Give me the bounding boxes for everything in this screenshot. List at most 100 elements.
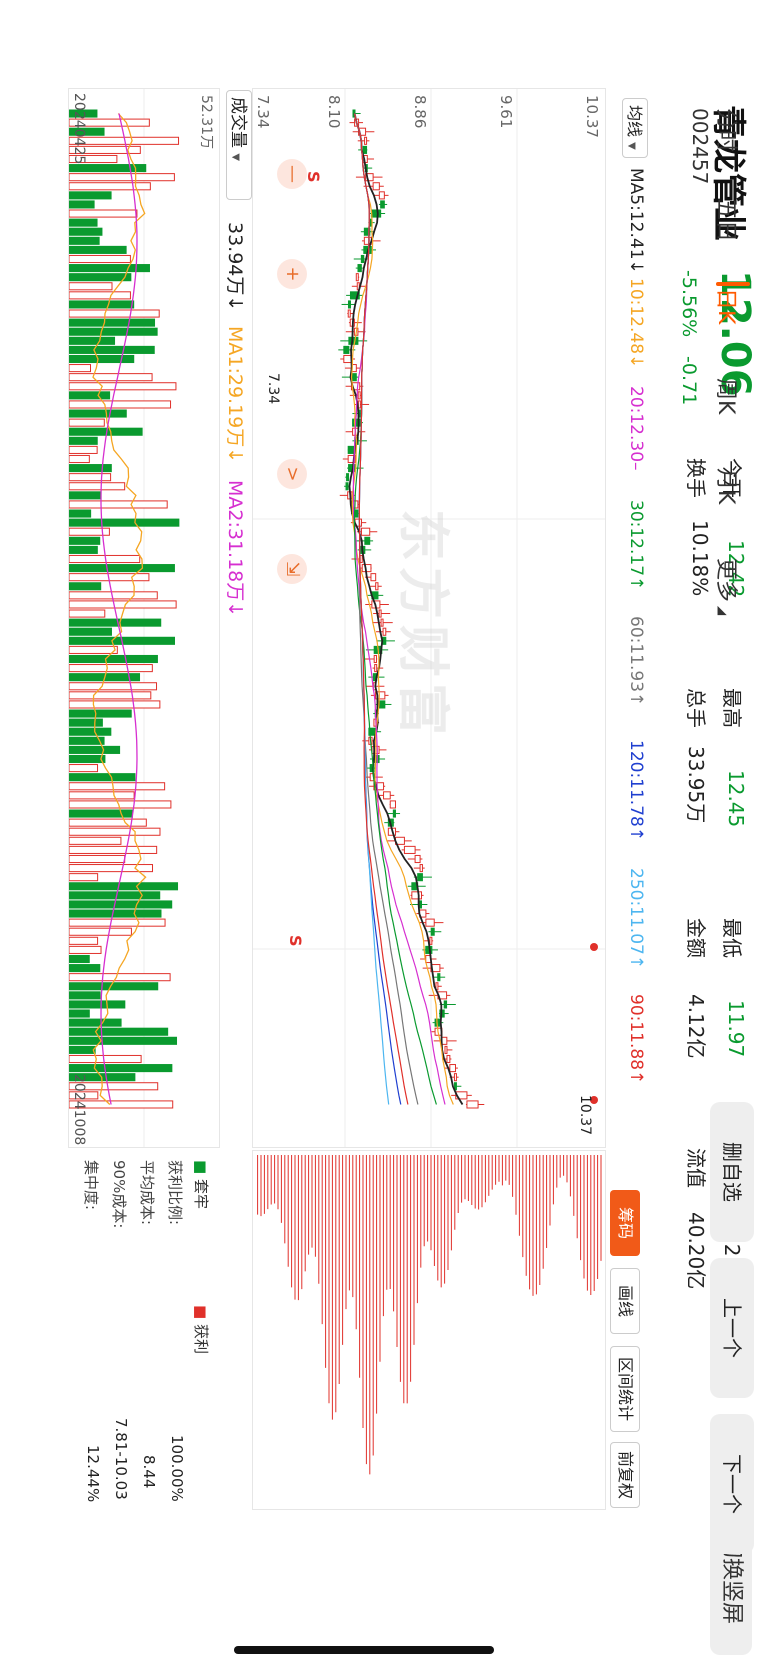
kline-chart[interactable]: 东方财富 10.37 9.61 8.86 8.10 7.34 10.37 7.3… [252, 88, 606, 1148]
volume-bar [69, 1036, 178, 1045]
stock-code: 002457 [688, 108, 712, 185]
volume-bar [69, 900, 173, 909]
watermark: 东方财富 [392, 509, 452, 742]
volume-ma2: MA2:31.18万↓ [224, 480, 246, 618]
volume-bar [69, 782, 166, 791]
tab-chips[interactable]: 筹码 [610, 1190, 640, 1256]
volume-chart[interactable]: 52.31万 20240425 20241008 [68, 88, 220, 1148]
tab-daily-k[interactable]: 日K [712, 282, 750, 324]
volume-bar [69, 1027, 169, 1036]
candle [364, 654, 378, 664]
chip-row-label: 平均成本: [138, 1160, 156, 1226]
volume-bar [69, 691, 152, 700]
ma-value: 60:11.93↑ [626, 616, 646, 707]
volume-bar [69, 991, 101, 1000]
tab-range-stats[interactable]: 区间统计 [610, 1346, 640, 1432]
candle [373, 609, 391, 618]
volume-bar [69, 273, 132, 282]
tab-monthly-k[interactable]: 月K [712, 468, 744, 504]
volume-bar [69, 364, 92, 373]
volume-bar [69, 354, 135, 364]
volume-bar [69, 418, 105, 427]
chip-row-value: 8.44 [140, 1455, 158, 1489]
ma-value: 30:12.17↑ [626, 500, 646, 591]
volume-selector[interactable]: 成交量 ▼ [226, 90, 252, 200]
volume-bar [69, 491, 102, 500]
volume-bar [69, 245, 127, 254]
volume-bar [69, 1054, 142, 1064]
tab-draw-line[interactable]: 画线 [610, 1268, 640, 1334]
volume-bar [69, 645, 118, 654]
volume-bar [69, 954, 90, 964]
stat-volume-value: 33.95万 [684, 746, 708, 824]
volume-bar [69, 964, 101, 973]
volume-bar [69, 754, 106, 764]
candle [378, 200, 388, 209]
volume-bar [69, 536, 101, 545]
volume-bar [69, 1018, 122, 1027]
candle [389, 800, 396, 809]
volume-bar [69, 482, 126, 491]
tool-line-icon[interactable]: — [277, 159, 307, 189]
volume-bar [69, 218, 98, 227]
candle [366, 764, 376, 773]
volume-svg [69, 89, 180, 1147]
stat-high-label: 最高 [720, 688, 744, 728]
candle [346, 291, 363, 300]
volume-bar [69, 400, 172, 409]
volume-bar [69, 854, 126, 864]
volume-bar [69, 445, 98, 454]
candle [453, 1082, 462, 1091]
candle [407, 854, 423, 864]
legend-trapped: ■ 套牢 [192, 1160, 210, 1209]
volume-bar [69, 373, 153, 382]
candle [348, 318, 362, 327]
chevron-down-icon: ▼ [230, 153, 241, 162]
volume-bar [69, 509, 92, 518]
volume-bar [69, 464, 112, 473]
remove-watchlist-button[interactable]: 删自选 [710, 1102, 754, 1242]
candle [413, 864, 425, 873]
chip-row-value: 7.81-10.03 [112, 1418, 130, 1500]
volume-bar [69, 200, 95, 209]
ma-value: MA5:12.41↓ [626, 168, 646, 274]
volume-bar [69, 454, 90, 464]
volume-bar [69, 545, 98, 554]
chip-row-label: 集中度: [82, 1160, 100, 1211]
volume-bar [69, 682, 158, 691]
low-price-marker: 7.34 [265, 373, 281, 405]
candle [451, 1091, 472, 1100]
tab-more[interactable]: 更多 ◢ [712, 558, 744, 615]
volume-bar [69, 191, 112, 200]
volume-value: 33.94万↓ [224, 222, 246, 312]
ma-selector-label: 均线 [625, 105, 644, 138]
tool-resize-icon[interactable]: ⇲ [277, 554, 307, 584]
tab-forward-adjust[interactable]: 前复权 [610, 1442, 640, 1508]
tool-plus-icon[interactable]: + [277, 259, 307, 289]
volume-bar [69, 827, 161, 836]
tab-five-day[interactable]: 五日 [712, 198, 744, 242]
candle [401, 845, 421, 854]
volume-bar [69, 936, 99, 945]
volume-bar [69, 236, 100, 245]
previous-stock-button[interactable]: 上一个 [710, 1258, 754, 1398]
volume-bar [69, 627, 112, 636]
ma-selector[interactable]: 均线 ▼ [622, 98, 648, 158]
volume-bar [69, 327, 158, 336]
volume-bar [69, 609, 106, 618]
candle [428, 927, 442, 936]
tool-arrow-icon[interactable]: > [277, 459, 307, 489]
volume-bar [69, 873, 99, 882]
ma-value: 120:11.78↑ [626, 740, 646, 842]
chip-distribution-panel [252, 1150, 606, 1510]
volume-bar [69, 700, 161, 709]
volume-bar [69, 791, 135, 800]
caret-icon: ◢ [716, 602, 730, 616]
next-stock-button[interactable]: 下一个 [710, 1414, 754, 1554]
ma-value: 90:11.88↑ [626, 994, 646, 1085]
tab-intraday[interactable]: 分时 [712, 108, 744, 152]
volume-bar [69, 927, 132, 936]
tab-weekly-k[interactable]: 周K [712, 378, 744, 414]
signal-dot [590, 943, 598, 951]
volume-bar [69, 818, 147, 827]
